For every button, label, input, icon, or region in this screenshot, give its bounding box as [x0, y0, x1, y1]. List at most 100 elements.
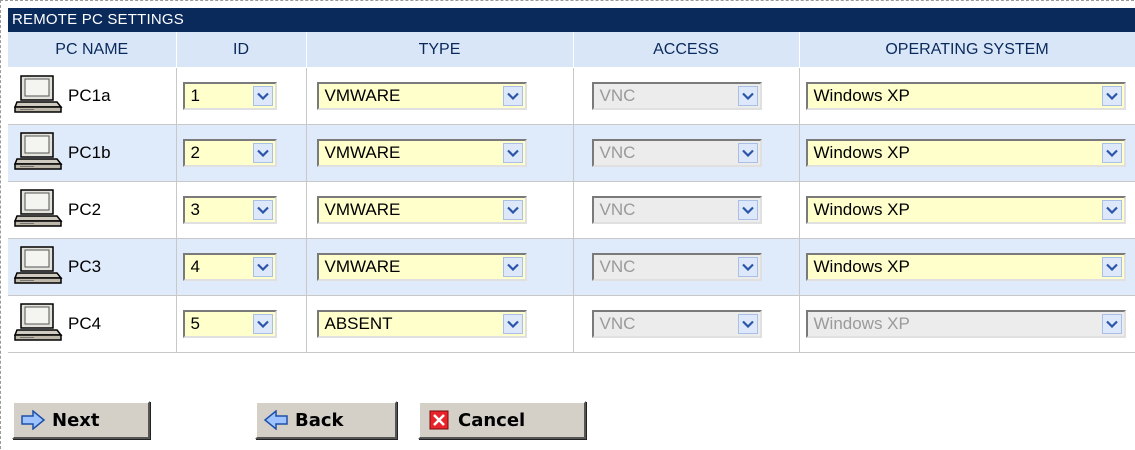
type-select[interactable]: VMWARE — [316, 253, 527, 281]
chevron-down-icon — [737, 86, 758, 106]
next-button[interactable]: Next — [12, 401, 150, 439]
type-select-value: VMWARE — [324, 86, 401, 105]
back-button-label: Back — [295, 409, 344, 431]
column-header-pc-name: PC NAME — [8, 32, 177, 68]
os-select-value: Windows XP — [813, 257, 910, 276]
pc-name-label: PC2 — [68, 200, 102, 219]
access-select-value: VNC — [599, 200, 636, 219]
pc-name-label: PC1b — [68, 143, 111, 162]
remote-pc-settings-panel: REMOTE PC SETTINGS PC NAME ID TYPE ACCES… — [8, 8, 1135, 353]
chevron-down-icon — [252, 257, 273, 277]
access-select-value: VNC — [599, 257, 636, 276]
chevron-down-icon — [737, 143, 758, 163]
cell-os: Windows XP — [799, 238, 1135, 296]
cell-type: VMWARE — [306, 67, 574, 125]
os-select-value: Windows XP — [813, 200, 910, 219]
chevron-down-icon — [502, 200, 523, 220]
id-select[interactable]: 3 — [182, 196, 277, 224]
cell-access: VNC — [573, 67, 800, 125]
cancel-button-label: Cancel — [458, 409, 526, 431]
access-select: VNC — [591, 253, 762, 281]
cell-access: VNC — [573, 181, 800, 239]
chevron-down-icon — [1101, 200, 1122, 220]
chevron-down-icon — [502, 314, 523, 334]
id-select[interactable]: 1 — [182, 82, 277, 110]
access-select: VNC — [591, 196, 762, 224]
cell-pc-name: PC1a — [8, 67, 177, 125]
id-select-value: 2 — [190, 143, 200, 162]
cell-id: 1 — [176, 67, 307, 125]
computer-icon — [14, 130, 64, 177]
os-select[interactable]: Windows XP — [805, 82, 1126, 110]
cell-os: Windows XP — [799, 124, 1135, 182]
cell-access: VNC — [573, 238, 800, 296]
back-button[interactable]: Back — [255, 401, 397, 439]
type-select[interactable]: VMWARE — [316, 82, 527, 110]
type-select-value: VMWARE — [324, 257, 401, 276]
os-select-value: Windows XP — [813, 143, 910, 162]
computer-icon — [14, 73, 64, 120]
cell-type: VMWARE — [306, 181, 574, 239]
cell-id: 4 — [176, 238, 307, 296]
cell-pc-name: PC1b — [8, 124, 177, 182]
table-row: PC4 5 ABSENT VNC Windows XP — [8, 295, 1135, 353]
cell-pc-name: PC2 — [8, 181, 177, 239]
access-select-value: VNC — [599, 86, 636, 105]
pc-settings-table: PC NAME ID TYPE ACCESS OPERATING SYSTEM … — [8, 32, 1135, 353]
next-button-label: Next — [52, 409, 100, 431]
type-select-value: ABSENT — [324, 314, 393, 333]
cell-os: Windows XP — [799, 67, 1135, 125]
os-select: Windows XP — [805, 310, 1126, 338]
type-select-value: VMWARE — [324, 200, 401, 219]
chevron-down-icon — [1101, 86, 1122, 106]
column-header-type: TYPE — [306, 32, 574, 68]
os-select[interactable]: Windows XP — [805, 196, 1126, 224]
access-select-value: VNC — [599, 314, 636, 333]
type-select[interactable]: ABSENT — [316, 310, 527, 338]
arrow-left-icon — [263, 410, 289, 430]
type-select[interactable]: VMWARE — [316, 196, 527, 224]
chevron-down-icon — [1101, 314, 1122, 334]
os-select[interactable]: Windows XP — [805, 139, 1126, 167]
cell-id: 3 — [176, 181, 307, 239]
computer-icon — [14, 244, 64, 291]
type-select[interactable]: VMWARE — [316, 139, 527, 167]
chevron-down-icon — [252, 143, 273, 163]
chevron-down-icon — [1101, 143, 1122, 163]
type-select-value: VMWARE — [324, 143, 401, 162]
chevron-down-icon — [502, 86, 523, 106]
chevron-down-icon — [737, 314, 758, 334]
cell-access: VNC — [573, 295, 800, 353]
cancel-button[interactable]: Cancel — [418, 401, 586, 439]
cell-id: 5 — [176, 295, 307, 353]
table-row: PC1b 2 VMWARE VNC Windows XP — [8, 124, 1135, 182]
table-row: PC1a 1 VMWARE VNC Windows XP — [8, 67, 1135, 125]
os-select-value: Windows XP — [813, 86, 910, 105]
column-header-os: OPERATING SYSTEM — [799, 32, 1135, 68]
pc-name-label: PC4 — [68, 314, 102, 333]
pc-name-label: PC3 — [68, 257, 102, 276]
chevron-down-icon — [1101, 257, 1122, 277]
close-icon — [426, 410, 452, 430]
id-select[interactable]: 4 — [182, 253, 277, 281]
cell-type: VMWARE — [306, 238, 574, 296]
access-select: VNC — [591, 310, 762, 338]
arrow-right-icon — [20, 410, 46, 430]
access-select: VNC — [591, 82, 762, 110]
chevron-down-icon — [737, 200, 758, 220]
table-row: PC2 3 VMWARE VNC Windows XP — [8, 181, 1135, 239]
id-select[interactable]: 2 — [182, 139, 277, 167]
id-select-value: 5 — [190, 314, 200, 333]
os-select[interactable]: Windows XP — [805, 253, 1126, 281]
pc-name-label: PC1a — [68, 86, 111, 105]
chevron-down-icon — [252, 314, 273, 334]
cell-pc-name: PC3 — [8, 238, 177, 296]
column-header-access: ACCESS — [573, 32, 800, 68]
panel-title: REMOTE PC SETTINGS — [8, 8, 1135, 32]
computer-icon — [14, 187, 64, 234]
access-select-value: VNC — [599, 143, 636, 162]
cell-os: Windows XP — [799, 295, 1135, 353]
chevron-down-icon — [502, 143, 523, 163]
cell-os: Windows XP — [799, 181, 1135, 239]
id-select[interactable]: 5 — [182, 310, 277, 338]
